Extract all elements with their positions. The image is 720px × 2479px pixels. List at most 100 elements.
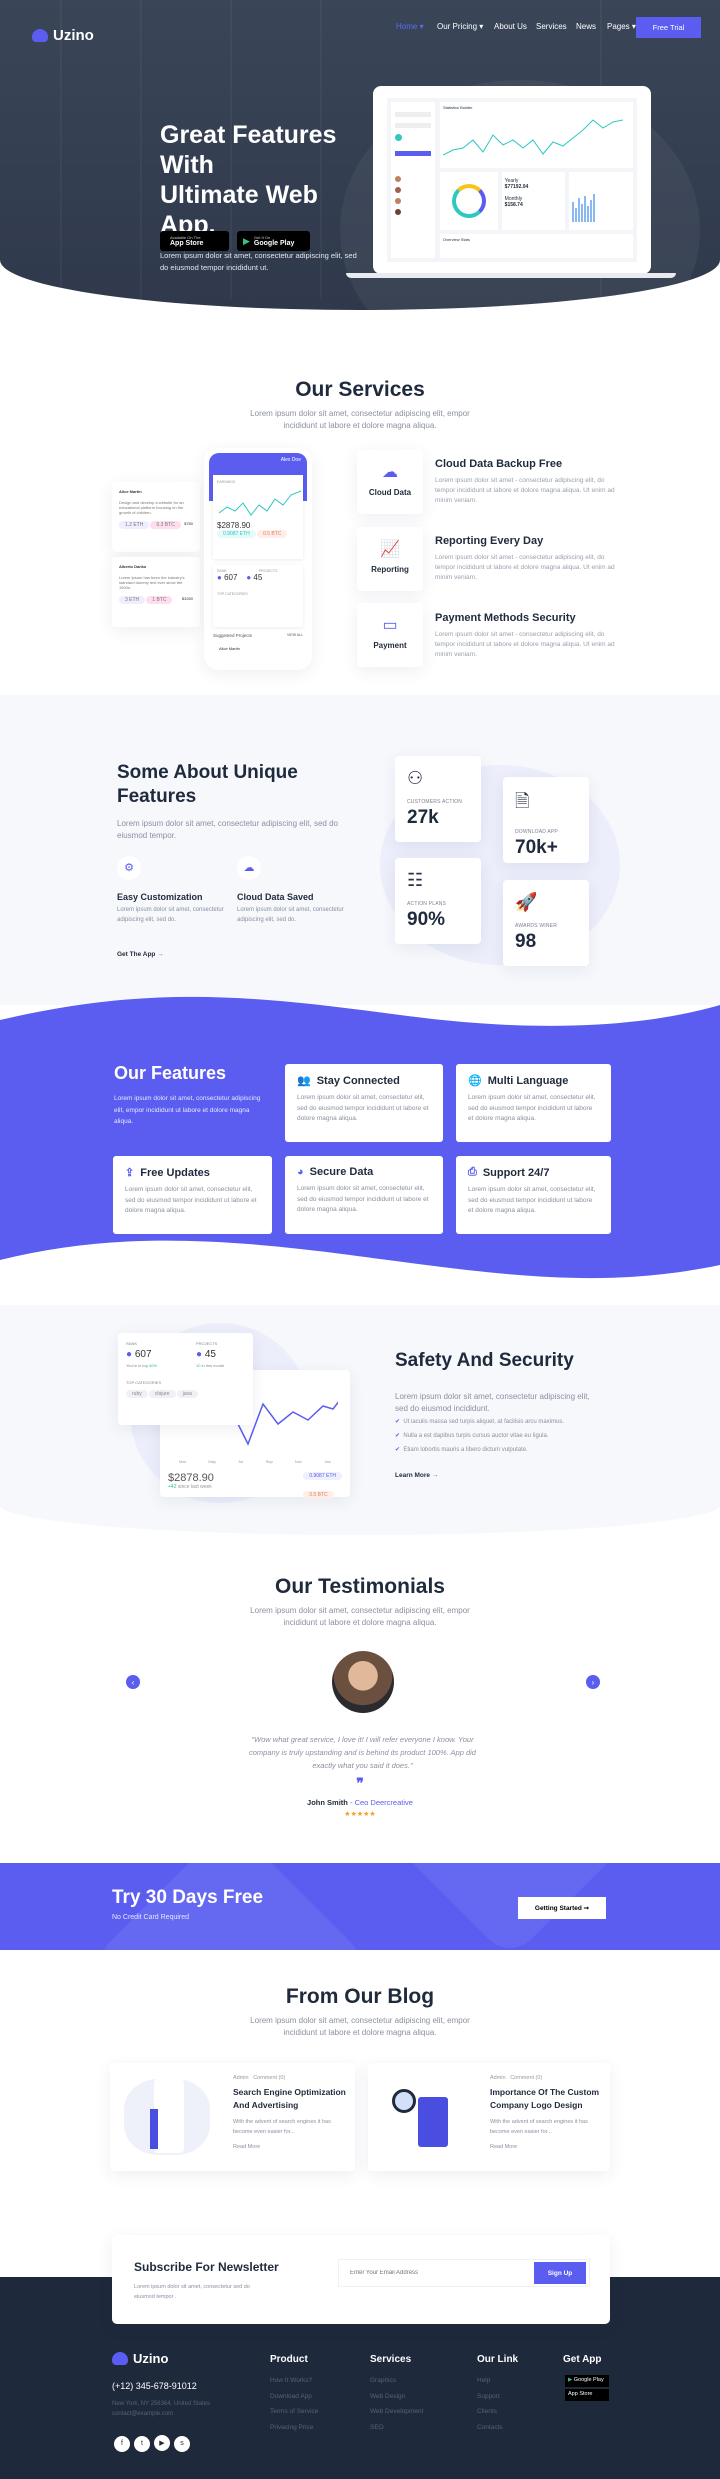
sign-up-button[interactable]: Sign Up [534,2262,586,2284]
task-card: Alice Martin Design and develop a website… [112,482,200,552]
testimonials-section: Our Testimonials Lorem ipsum dolor sit a… [0,1575,720,1835]
feature-card: ⇪ Free Updates Lorem ipsum dolor sit amet,… [113,1156,272,1234]
service-box-payment[interactable]: ▭ Payment [357,603,423,667]
unique-features-section: Some About Unique Features Lorem ipsum d… [0,695,720,1005]
check-icon: ✔ [395,1433,401,1439]
unique-title: Some About Unique Features [117,762,298,807]
social-links: f t ▶ s [114,2432,194,2452]
blog-card[interactable]: Admin Comment (0) Importance Of The Cust… [368,2063,610,2171]
get-the-app-link[interactable]: Get The App → [117,951,164,958]
avatar [332,1651,394,1713]
nav-pricing[interactable]: Our Pricing ▾ [437,22,483,31]
logo-design-illustration [392,2087,462,2149]
logo[interactable]: Uzino [32,27,94,44]
testimonials-title: Our Testimonials [275,1575,445,1598]
next-arrow-button[interactable]: › [586,1675,600,1689]
rank-card: RANK PROJECTS ● 607 ● 45 You're in top 40%… [118,1333,253,1425]
app-store-button[interactable]: App Store [565,2389,609,2401]
check-icon: ✔ [395,1447,401,1453]
learn-more-link[interactable]: Learn More → [395,1472,438,1479]
feature-card: 👥 Stay Connected Lorem ipsum dolor sit ame… [285,1064,443,1142]
service-item: Reporting Every Day Lorem ipsum dolor sit… [435,535,615,581]
services-title: Our Services [295,378,425,401]
task-card: Alberto Danko Lorem Ipsum has been the in… [112,557,200,627]
read-more-link[interactable]: Read More [233,2144,348,2150]
footer-col-services: Services Graphics Web Design Web Developmen… [370,2354,424,2431]
team-icon: ⚇ [407,768,424,788]
footer-col-app: Get App ▶ Google Play App Store [563,2354,609,2401]
cloud-upload-icon: ☁ [237,856,261,880]
seo-illustration [124,2079,210,2155]
service-item: Payment Methods Security Lorem ipsum dolo… [435,612,615,658]
prev-arrow-button[interactable]: ‹ [126,1675,140,1689]
google-play-button[interactable]: ▶ Get It On Google Play [237,231,310,251]
nav-home[interactable]: Home ▾ [396,22,424,31]
cloud-download-icon [112,2352,128,2365]
list-item: ✔ Ut iaculis massa sed turpis aliquet, a… [395,1419,565,1425]
footer-col-links: Our Link Help Support Clients Contacts [477,2354,519,2431]
feature-card: ◕ Secure Data Lorem ipsum dolor sit amet, … [285,1156,443,1234]
facebook-icon[interactable]: f [114,2435,130,2452]
file-download-icon: 🗎 [515,791,530,811]
nav-services[interactable]: Services [536,22,567,31]
read-more-link[interactable]: Read More [490,2144,605,2150]
stat-card: ☷ ACTION PLANS 90% [395,858,481,944]
safety-title: Safety And Security [395,1350,574,1371]
service-item: Cloud Data Backup Free Lorem ipsum dolor … [435,458,615,504]
google-play-button[interactable]: ▶ Google Play [565,2375,609,2387]
features-title: Our Features [114,1063,227,1083]
safety-list: ✔ Ut iaculis massa sed turpis aliquet, a… [395,1418,564,1453]
twitter-icon[interactable]: t [134,2435,150,2452]
line-chart [442,119,624,156]
check-icon: ✔ [395,1419,401,1425]
unique-subtitle: Lorem ipsum dolor sit amet, consectetur … [117,819,338,840]
testimonial-quote: "Wow what great service, I love it! I wi… [249,1735,476,1770]
quote-icon: ❞ [356,1775,364,1791]
users-icon: 👥 [297,1075,311,1087]
nav-news[interactable]: News [576,22,596,31]
blog-card[interactable]: Admin Comment (0) Search Engine Optimiza… [110,2063,355,2171]
skype-icon[interactable]: s [174,2435,190,2452]
shield-icon: ◕ [297,1166,304,1178]
feature-card: 🌐 Multi Language Lorem ipsum dolor sit ame… [456,1064,611,1142]
list-item: ✔ Etiam lobortis mauris a libero dictum … [395,1447,528,1453]
feature-item: ☁ Cloud Data Saved Lorem ipsum dolor sit… [237,856,357,925]
feature-card: ⎙ Support 24/7 Lorem ipsum dolor sit amet,… [456,1156,611,1234]
nav-pages[interactable]: Pages ▾ [607,22,636,31]
list-item: ✔ Nulla a est dapibus turpis cursus auct… [395,1433,549,1439]
feature-item: ⚙ Easy Customization Lorem ipsum dolor s… [117,856,237,925]
cloud-upload-icon: ☁ [382,464,398,481]
rocket-icon: 🚀 [515,892,538,912]
stat-card: 🚀 AWARDS WINER 98 [503,880,589,966]
wave-background [0,996,720,1279]
gears-icon: ⚙ [117,856,141,880]
email-input[interactable] [350,2270,534,2276]
services-subtitle: Lorem ipsum dolor sit amet, consectetur … [250,409,470,430]
getting-started-button[interactable]: Getting Started ➞ [518,1897,606,1919]
stat-card: ⚇ CUSTOMERS ACTION 27k [395,756,481,842]
globe-icon: 🌐 [468,1075,482,1087]
app-store-button[interactable]: Available On The App Store [160,231,229,251]
features-subtitle: Lorem ipsum dolor sit amet, consectetur … [114,1095,261,1125]
cta-title: Try 30 Days Free [112,1887,264,1908]
blog-title: From Our Blog [285,1985,435,2008]
printer-icon: ⎙ [468,1166,477,1178]
footer-phone: (+12) 345-678-91012 [112,2381,197,2391]
cta-section: Try 30 Days Free No Credit Card Required… [0,1863,720,1950]
footer-logo[interactable]: Uzino [112,2351,168,2366]
laptop-dashboard-mockup: Statistics Builder Yearly $77192.04 Monthl… [373,86,651,274]
clipboard-icon: ☷ [407,870,424,890]
nav-about[interactable]: About Us [494,22,527,31]
safety-section: Mar May Jul Sep Nov Jan $2878.90 +42 since las… [0,1305,720,1535]
hero-section: Uzino Home ▾ Our Pricing ▾ About Us Serv… [0,0,720,310]
hero-title: Great Features With Ultimate Web App. [160,121,337,239]
hero-subtitle: Lorem ipsum dolor sit amet, consectetur … [160,251,357,272]
youtube-icon[interactable]: ▶ [154,2435,170,2451]
service-box-reporting[interactable]: 📈 Reporting [357,527,423,591]
stat-card: 🗎 DOWNLOAD APP 70k+ [503,777,589,863]
free-trial-button[interactable]: Free Trial [636,17,701,38]
presentation-chart-icon: 📈 [380,541,400,558]
author-name: John Smith [307,1798,348,1807]
service-box-cloud[interactable]: ☁ Cloud Data [357,450,423,514]
footer-col-product: Product How It Works? Download App Terms of… [270,2354,319,2431]
